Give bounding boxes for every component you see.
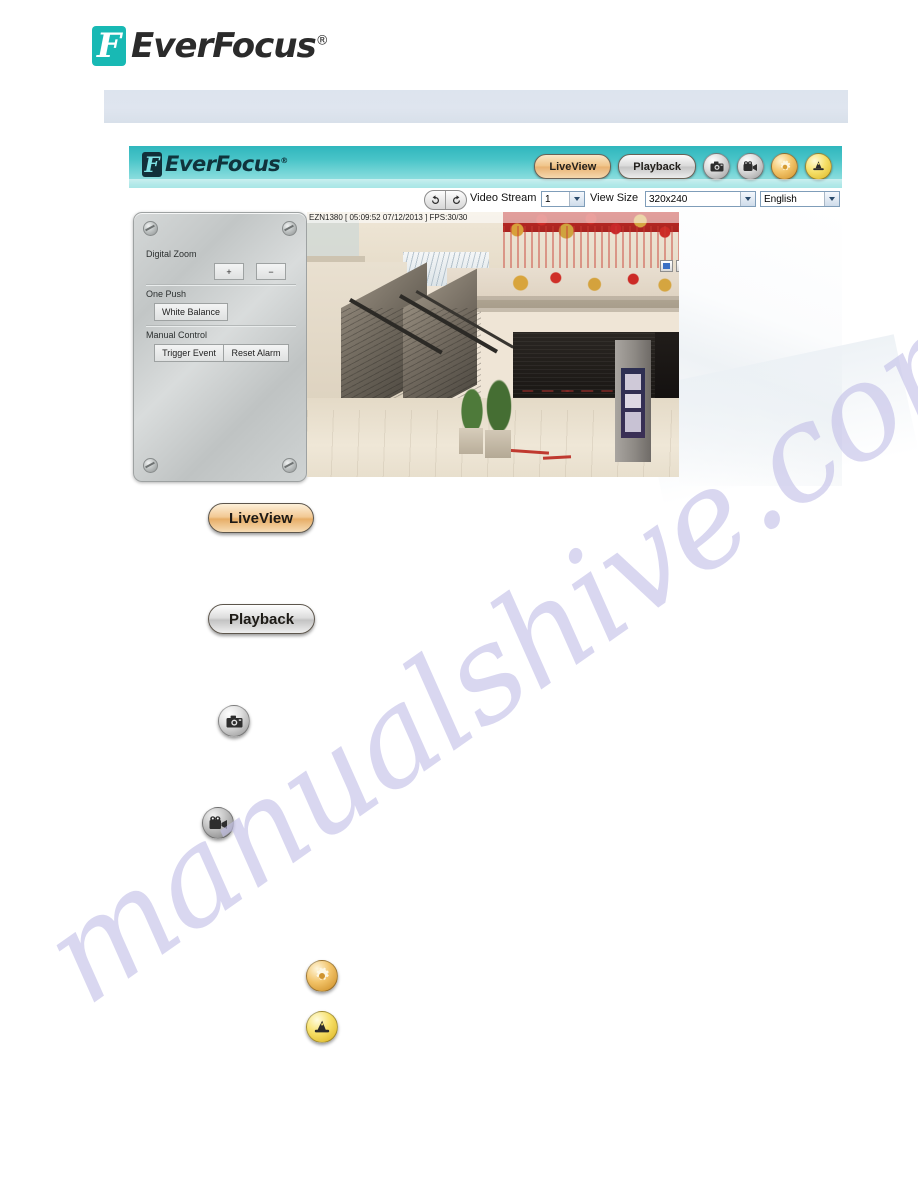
panel-screw-icon (143, 458, 158, 473)
ui-toolbar: Video Stream 1 View Size 320x240 English (129, 188, 842, 210)
live-video-pane[interactable]: EZN1380 [ 05:09:52 07/12/2013 ] FPS:30/3… (307, 212, 679, 477)
video-stream-label: Video Stream (470, 192, 537, 204)
video-scene (307, 212, 679, 477)
one-push-title: One Push (146, 289, 187, 299)
manual-control-title: Manual Control (146, 330, 208, 340)
stream-icon-blue[interactable] (660, 260, 673, 272)
trigger-event-button[interactable]: Trigger Event (154, 344, 224, 362)
camera-control-panel: Digital Zoom + − One Push White Balance … (133, 212, 307, 482)
ui-background-right (679, 210, 842, 486)
ui-header-bar: F EverFocus® LiveView Playback (129, 146, 842, 188)
callout-record-button[interactable] (202, 807, 234, 839)
callout-liveview-button[interactable]: LiveView (208, 503, 314, 533)
ui-header-logo-text: EverFocus (165, 152, 281, 176)
video-osd-text: EZN1380 [ 05:09:52 07/12/2013 ] FPS:30/3… (307, 212, 679, 223)
digital-zoom-out-label: − (268, 266, 274, 277)
digital-zoom-in-button[interactable]: + (214, 263, 244, 280)
stream-mini-icons[interactable] (660, 260, 679, 272)
camera-snapshot-icon[interactable] (703, 153, 730, 180)
panel-divider (146, 325, 296, 327)
wizard-hat-icon[interactable] (306, 1011, 338, 1043)
rotate-right-icon[interactable] (446, 191, 466, 209)
one-push-section: One Push (146, 289, 296, 299)
camera-snapshot-icon[interactable] (218, 705, 250, 737)
wizard-hat-icon[interactable] (805, 153, 832, 180)
callout-playback-button[interactable]: Playback (208, 604, 316, 634)
view-size-label: View Size (590, 192, 639, 204)
playback-tab-label: Playback (633, 160, 681, 173)
language-select[interactable]: English (760, 191, 840, 207)
language-value: English (764, 193, 797, 205)
video-stream-select[interactable]: 1 (541, 191, 585, 207)
ui-header-logo: F EverFocus® (142, 152, 288, 177)
video-record-icon[interactable] (202, 807, 234, 839)
panel-screw-icon (143, 221, 158, 236)
view-size-value: 320x240 (649, 193, 688, 205)
rotate-left-icon[interactable] (425, 191, 446, 209)
rotate-button-group[interactable] (424, 190, 467, 210)
reset-alarm-button[interactable]: Reset Alarm (223, 344, 289, 362)
panel-screw-icon (282, 458, 297, 473)
callout-liveview-label: LiveView (229, 509, 293, 527)
gear-setup-icon[interactable] (771, 153, 798, 180)
gear-setup-icon[interactable] (306, 960, 338, 992)
digital-zoom-title: Digital Zoom (146, 249, 197, 259)
video-stream-value: 1 (545, 193, 551, 205)
callout-setup-button[interactable] (306, 960, 338, 992)
liveview-tab-label: LiveView (549, 160, 597, 173)
video-record-icon[interactable] (737, 153, 764, 180)
white-balance-button[interactable]: White Balance (154, 303, 228, 321)
chevron-down-icon[interactable] (740, 192, 755, 206)
everfocus-logo-mark: F (92, 26, 126, 66)
registered-mark: ® (315, 33, 329, 49)
manual-control-section: Manual Control (146, 330, 296, 340)
panel-screw-icon (282, 221, 297, 236)
camera-web-ui-screenshot: F EverFocus® LiveView Playback Video Str… (129, 146, 842, 486)
chevron-down-icon[interactable] (824, 192, 839, 206)
digital-zoom-section: Digital Zoom (146, 249, 296, 259)
section-header-band (104, 90, 848, 123)
reset-alarm-label: Reset Alarm (231, 348, 281, 358)
panel-divider (146, 284, 296, 286)
liveview-tab[interactable]: LiveView (534, 154, 612, 179)
everfocus-logo-text: EverFocus (131, 26, 317, 66)
callout-playback-label: Playback (229, 610, 295, 628)
digital-zoom-out-button[interactable]: − (256, 263, 286, 280)
everfocus-logo-wordmark: EverFocus® (131, 26, 329, 66)
everfocus-logo: F EverFocus® (92, 26, 329, 66)
chevron-down-icon[interactable] (569, 192, 584, 206)
digital-zoom-in-label: + (226, 266, 232, 277)
stream-icon-red[interactable] (676, 260, 679, 272)
view-size-select[interactable]: 320x240 (645, 191, 756, 207)
callout-snapshot-button[interactable] (218, 705, 250, 737)
white-balance-label: White Balance (161, 307, 221, 317)
playback-tab[interactable]: Playback (618, 154, 696, 179)
trigger-event-label: Trigger Event (162, 348, 216, 358)
callout-wizard-button[interactable] (306, 1011, 338, 1043)
ui-header-registered: ® (280, 156, 288, 165)
